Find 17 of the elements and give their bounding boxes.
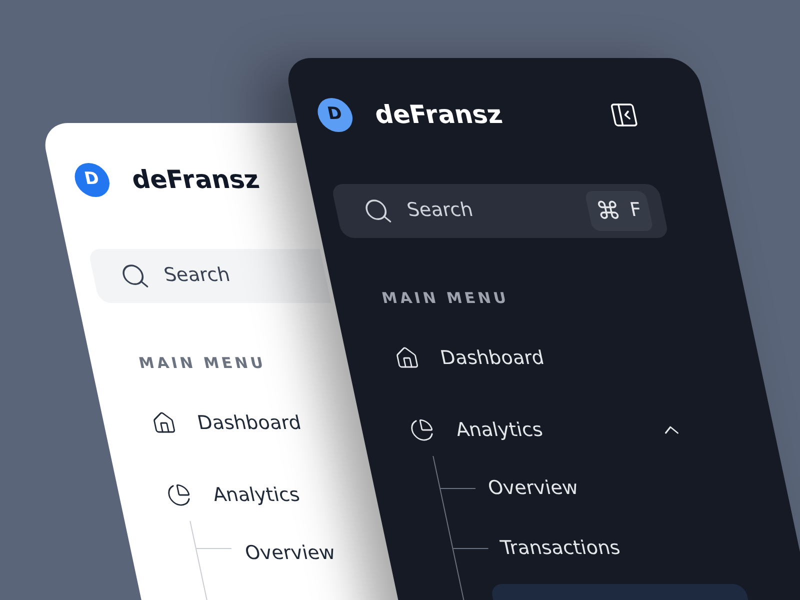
menu-item[interactable]: Analytics	[408, 418, 686, 442]
search-placeholder: Search	[161, 263, 233, 288]
search-field[interactable]: Search ⌘ F	[330, 184, 670, 238]
command-symbol: ⌘	[592, 196, 624, 226]
brand-name: deFransz	[128, 164, 263, 196]
shortcut-letter: F	[627, 198, 644, 224]
section-title: MAIN MENU	[136, 352, 268, 374]
submenu-item[interactable]: Overview	[464, 464, 730, 512]
search-placeholder: Search	[404, 198, 476, 224]
menu-item[interactable]: Dashboard	[392, 346, 546, 370]
submenu-item[interactable]: Overview	[223, 538, 340, 568]
section-title: MAIN MENU	[380, 288, 512, 308]
menu-item[interactable]: Dashboard	[149, 411, 304, 435]
submenu-item[interactable]: Transactions	[477, 524, 742, 572]
brand-name: deFransz	[371, 99, 506, 131]
menu-item[interactable]: Analytics	[164, 483, 302, 507]
search-field[interactable]: Search	[88, 248, 332, 302]
